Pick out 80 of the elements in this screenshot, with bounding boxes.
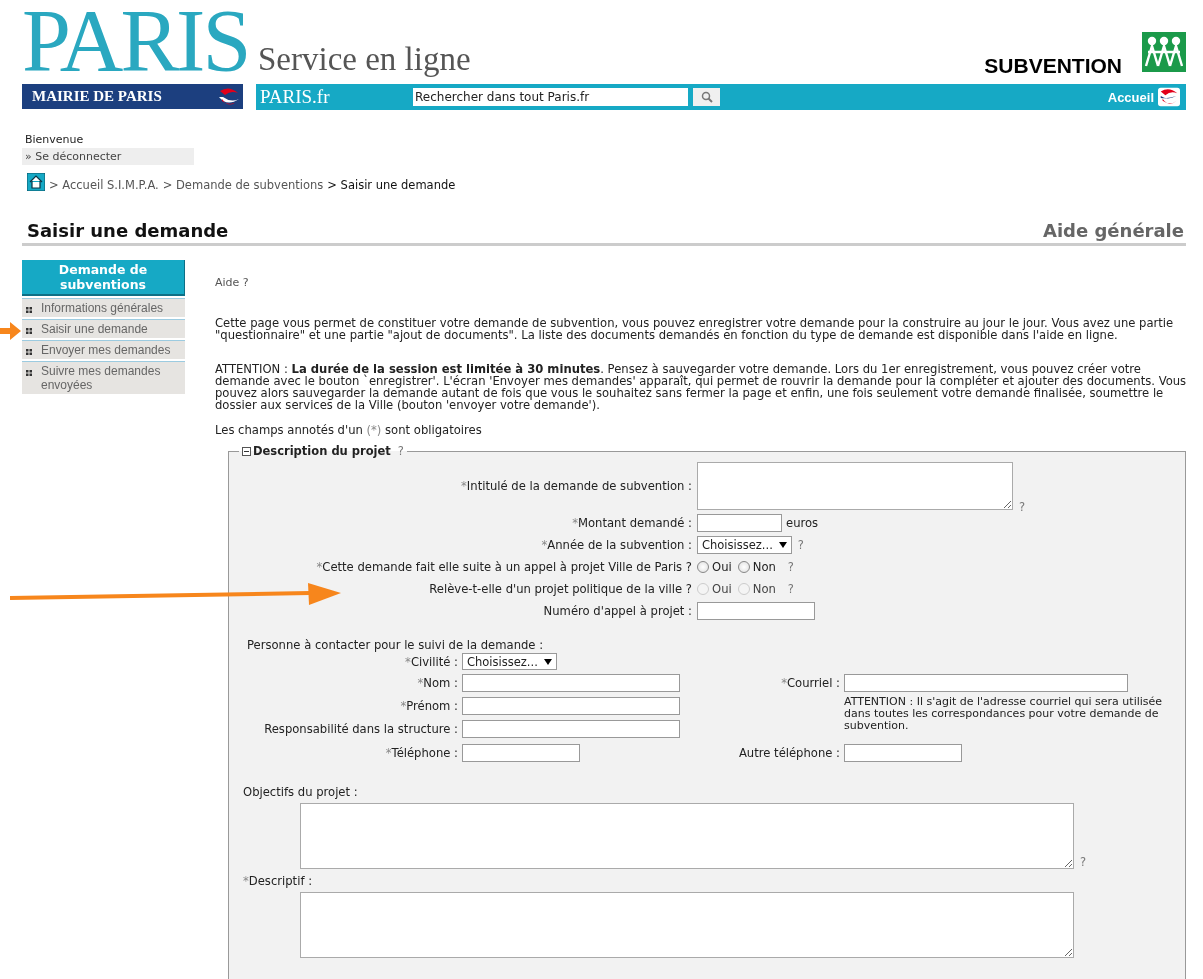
sidebar-item-label[interactable]: Suivre mes demandes envoyées <box>41 364 183 392</box>
search-icon <box>700 91 713 103</box>
field-label: Responsabilité dans la structure : <box>263 722 458 736</box>
contact-heading: Personne à contacter pour le suivi de la demande : <box>247 638 545 652</box>
mairie-banner[interactable]: MAIRIE DE PARIS <box>22 84 243 109</box>
collapse-icon[interactable] <box>242 446 251 456</box>
paris-fr-link[interactable]: PARIS.fr <box>260 86 413 108</box>
input-field[interactable] <box>697 601 815 620</box>
input-field[interactable] <box>844 673 1128 692</box>
input-field[interactable] <box>462 696 680 715</box>
radio-label: Oui <box>712 581 732 596</box>
caret-icon <box>543 658 552 665</box>
field-label: *Civilité : <box>404 654 458 669</box>
caret-icon <box>778 541 787 548</box>
field-label: *Intitulé de la demande de subvention : <box>460 479 692 493</box>
arrow-drawing <box>0 321 22 341</box>
product-title: SUBVENTION <box>984 54 1122 79</box>
input-field[interactable] <box>462 720 680 738</box>
sidebar-item-label[interactable]: Saisir une demande <box>41 322 148 336</box>
sidebar-item[interactable]: Informations générales <box>22 298 185 317</box>
required-note: Les champs annotés d'un (*) sont obligatoires <box>215 423 483 437</box>
email-note: ATTENTION : Il s'agit de l'adresse courriel qui sera utilisée dans toutes les correspondances pour votre demande de subvention. <box>844 696 1164 732</box>
sidebar-item-label[interactable]: Informations générales <box>41 301 164 315</box>
help-mark[interactable]: ? <box>1019 500 1026 514</box>
radio-button[interactable] <box>697 560 709 573</box>
page-title: Saisir une demande <box>27 220 229 241</box>
bullet-icon <box>26 307 32 313</box>
sidebar-item[interactable]: Envoyer mes demandes <box>22 340 185 359</box>
sidebar-item-label[interactable]: Envoyer mes demandes <box>41 343 171 357</box>
field-label: *Prénom : <box>399 698 458 713</box>
civility-dropdown[interactable]: Choisissez... <box>462 653 557 670</box>
field-label: *Montant demandé : <box>571 515 692 530</box>
help-link[interactable]: Aide ? <box>215 276 1187 289</box>
text-area[interactable] <box>300 892 1074 958</box>
radio-button[interactable] <box>737 560 750 573</box>
text-area[interactable] <box>300 803 1074 869</box>
breadcrumb-link[interactable]: > Accueil S.I.M.P.A. <box>49 178 159 192</box>
help-mark[interactable]: ? <box>797 537 804 552</box>
info-paragraph: ATTENTION : La durée de la session est limitée à 30 minutes. Pensez à sauvegarder votre demande. Lors du 1er enregistrement, vous pouvez créer votre demande avec le bouton `enregistrer'. L'écran 'Envoyer mes demandes' apparaît, qui permet de rouvrir la demande pour la compléter et ajouter des documents. Vous pouvez alors sauvegarder la demande autant de fois que vous le souhaitez sans fermer la page et enfin, une fois seulement votre demande finalisée, soumettre le dossier aux services de la Ville (bouton 'envoyer votre demande'). <box>215 363 1187 411</box>
help-mark[interactable]: ? <box>397 444 404 458</box>
bullet-icon <box>26 370 32 376</box>
sidebar-header: Demande de subventions <box>22 260 185 296</box>
section-title: Description du projet <box>253 444 391 458</box>
input-field[interactable] <box>844 744 962 762</box>
input-field[interactable] <box>697 513 782 532</box>
field-label: *Année de la subvention : <box>540 537 692 552</box>
field-label: *Nom : <box>416 675 458 690</box>
service-title: Service en ligne <box>257 41 472 79</box>
input-field[interactable] <box>462 744 580 762</box>
radio-label: Non <box>752 559 776 574</box>
field-label: *Descriptif : <box>243 874 314 888</box>
swirl-logo-icon <box>1158 87 1180 107</box>
sidebar-item[interactable]: Saisir une demande <box>22 319 185 338</box>
radio-label: Oui <box>712 559 732 574</box>
search-field[interactable]: Rechercher dans tout Paris.fr <box>413 88 688 106</box>
sidebar-item[interactable]: Suivre mes demandes envoyées <box>22 361 185 394</box>
field-label: *Téléphone : <box>384 746 458 760</box>
field-label: *Courriel : <box>780 675 840 690</box>
field-label: Relève-t-elle d'un projet politique de la ville ? <box>428 581 692 596</box>
breadcrumb-link[interactable]: > Demande de subventions <box>162 178 324 192</box>
radio-label: Non <box>752 581 776 596</box>
field-label: Autre téléphone : <box>737 746 840 760</box>
field-label: Numéro d'appel à projet : <box>542 603 692 618</box>
home-link[interactable]: Accueil <box>1107 89 1154 105</box>
input-field[interactable] <box>462 673 680 692</box>
unit-label: euros <box>786 515 819 530</box>
info-paragraph: Cette page vous permet de constituer votre demande de subvention, vous pouvez enregistrer votre demande pour la construire au jour le jour. Vous avez une partie "questionnaire" et une partie "ajout de documents". La liste des documents demandés en fonction du type de demande est disponible dans l'aide en ligne. <box>215 317 1175 341</box>
help-mark[interactable]: ? <box>787 559 794 574</box>
text-area[interactable] <box>697 462 1013 510</box>
field-label: Objectifs du projet : <box>243 785 359 799</box>
bullet-icon <box>26 328 32 334</box>
field-label: *Cette demande fait elle suite à un appel à projet Ville de Paris ? <box>315 559 692 574</box>
people-icon <box>1142 32 1186 72</box>
bullet-icon <box>26 349 32 355</box>
help-mark[interactable]: ? <box>1080 855 1087 869</box>
help-link[interactable]: Aide générale <box>1043 220 1184 241</box>
search-button[interactable] <box>693 88 720 106</box>
logout-link[interactable]: » Se déconnecter <box>22 148 194 165</box>
year-dropdown[interactable]: Choisissez... <box>697 535 792 554</box>
home-icon[interactable] <box>27 173 45 191</box>
